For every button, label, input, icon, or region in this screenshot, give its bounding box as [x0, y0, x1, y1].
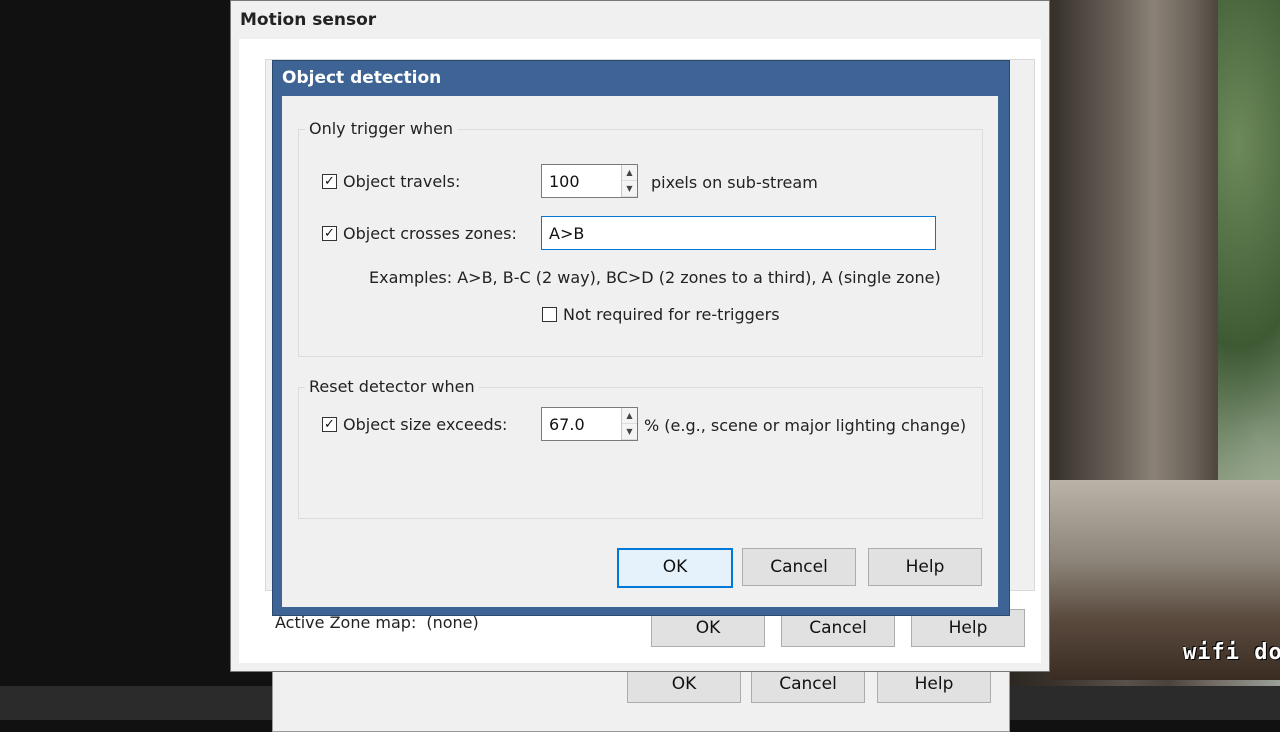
help-button[interactable]: Help [868, 548, 982, 586]
not-required-label: Not required for re-triggers [563, 305, 780, 324]
size-spinner-arrows[interactable]: ▲ ▼ [621, 408, 637, 440]
not-required-check-icon[interactable] [542, 307, 557, 322]
size-spin-up-icon[interactable]: ▲ [622, 408, 637, 424]
object-size-spinner[interactable]: ▲ ▼ [541, 407, 638, 441]
object-detection-dialog: Object detection Only trigger when ✓ Obj… [272, 60, 1010, 616]
size-spin-down-icon[interactable]: ▼ [622, 424, 637, 440]
camera-pillar [1058, 0, 1218, 520]
object-size-input[interactable] [542, 408, 621, 440]
object-travels-check-icon[interactable]: ✓ [322, 174, 337, 189]
camera-overlay-text: wifi do [1183, 640, 1280, 665]
zones-examples: Examples: A>B, B-C (2 way), BC>D (2 zone… [369, 268, 941, 287]
spinner-arrows[interactable]: ▲ ▼ [621, 165, 637, 197]
object-size-check-icon[interactable]: ✓ [322, 417, 337, 432]
dialog-client: Only trigger when ✓ Object travels: ▲ ▼ … [282, 96, 998, 607]
object-size-unit: % (e.g., scene or major lighting change) [644, 416, 967, 435]
zones-textbox[interactable] [541, 216, 936, 250]
reset-group-title: Reset detector when [305, 377, 479, 396]
zones-input[interactable] [542, 222, 931, 244]
object-travels-label: Object travels: [343, 172, 461, 191]
object-crosses-checkbox[interactable]: ✓ Object crosses zones: [322, 224, 517, 243]
not-required-checkbox[interactable]: Not required for re-triggers [542, 305, 780, 324]
trigger-group-title: Only trigger when [305, 119, 458, 138]
dialog-title: Object detection [282, 68, 442, 88]
object-travels-input[interactable] [542, 165, 621, 197]
spin-down-icon[interactable]: ▼ [622, 181, 637, 197]
object-size-label: Object size exceeds: [343, 415, 508, 434]
motion-sensor-title: Motion sensor [231, 1, 1049, 39]
object-travels-unit: pixels on sub-stream [651, 173, 818, 192]
object-crosses-label: Object crosses zones: [343, 224, 517, 243]
object-travels-checkbox[interactable]: ✓ Object travels: [322, 172, 460, 191]
object-size-checkbox[interactable]: ✓ Object size exceeds: [322, 415, 507, 434]
reset-group: Reset detector when [298, 377, 983, 519]
cancel-button[interactable]: Cancel [742, 548, 856, 586]
object-travels-spinner[interactable]: ▲ ▼ [541, 164, 638, 198]
spin-up-icon[interactable]: ▲ [622, 165, 637, 181]
ok-button[interactable]: OK [617, 548, 733, 588]
object-crosses-check-icon[interactable]: ✓ [322, 226, 337, 241]
